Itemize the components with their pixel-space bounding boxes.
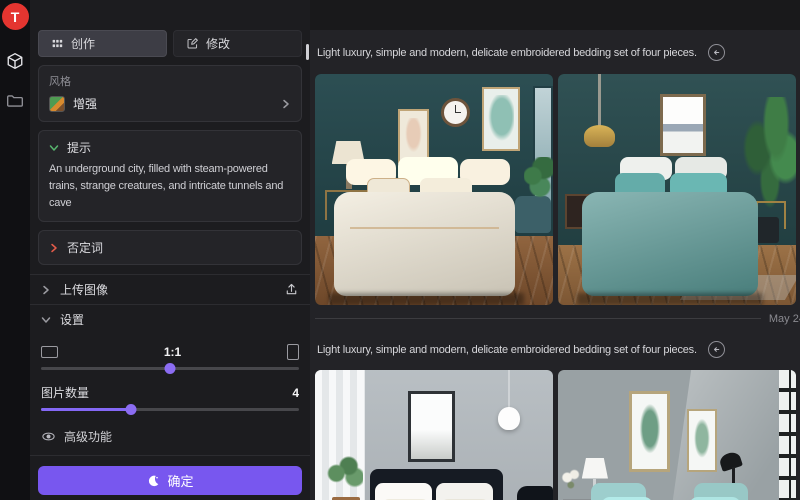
style-value: 增强 <box>73 95 273 112</box>
window <box>779 370 796 500</box>
prompt-card: 提示 An underground city, filled with stea… <box>38 130 302 222</box>
create-grid-icon <box>51 37 64 50</box>
style-label: 风格 <box>39 66 301 91</box>
chevron-right-icon <box>281 99 291 109</box>
aspect-ratio-value: 1:1 <box>164 345 181 359</box>
wall-clock <box>441 98 470 127</box>
wall-art-leaf <box>482 87 520 152</box>
landscape-ratio-icon[interactable] <box>41 346 58 358</box>
edit-icon <box>186 37 199 50</box>
plant <box>524 157 553 199</box>
tab-modify-label: 修改 <box>206 35 230 52</box>
advanced-features-label: 高级功能 <box>64 428 112 445</box>
confirm-button-label: 确定 <box>167 471 193 490</box>
date-divider: May 24, <box>315 305 800 332</box>
post-caption-row: Light luxury, simple and modern, delicat… <box>315 30 796 74</box>
image-count-slider[interactable] <box>41 403 299 415</box>
wall-art-leaf <box>629 391 669 472</box>
panel-scrollbar[interactable] <box>306 44 309 60</box>
upload-image-label: 上传图像 <box>60 281 108 298</box>
pendant-lamp <box>584 125 615 147</box>
settings-body: 1:1 图片数量 4 高级功能 <box>30 334 310 451</box>
chevron-right-icon <box>41 285 51 295</box>
style-thumbnail <box>49 96 65 112</box>
table-lamp <box>582 458 608 479</box>
generated-image[interactable] <box>315 74 553 305</box>
settings-label: 设置 <box>60 311 84 328</box>
mode-tabs: 创作 修改 <box>38 30 302 57</box>
upload-image-row[interactable]: 上传图像 <box>30 275 310 304</box>
image-count-label: 图片数量 <box>41 384 89 401</box>
generated-image[interactable] <box>558 370 796 500</box>
image-grid-row-2 <box>315 370 796 500</box>
wall-art-feather <box>398 109 429 164</box>
pendant-lamp <box>498 407 519 430</box>
date-label: May 24, <box>769 313 800 325</box>
nightstand <box>756 201 787 229</box>
moon-icon <box>146 474 160 488</box>
prompt-header[interactable]: 提示 <box>49 139 291 156</box>
aspect-ratio-row: 1:1 <box>41 344 299 360</box>
portrait-ratio-icon[interactable] <box>287 344 299 360</box>
reuse-prompt-icon[interactable] <box>708 44 725 61</box>
prompt-input[interactable]: An underground city, filled with steam-p… <box>49 161 291 212</box>
style-card: 风格 增强 <box>38 65 302 122</box>
chevron-right-icon <box>49 243 59 253</box>
divider <box>30 455 310 456</box>
flowers <box>560 467 584 497</box>
upload-icon[interactable] <box>284 282 299 297</box>
post-caption: Light luxury, simple and modern, delicat… <box>317 47 697 59</box>
pendant-cord <box>508 370 510 409</box>
generated-image[interactable] <box>558 74 796 305</box>
folder-icon[interactable] <box>6 92 24 110</box>
tab-create[interactable]: 创作 <box>38 30 167 57</box>
wall-art <box>660 94 705 156</box>
style-selector[interactable]: 增强 <box>39 91 301 121</box>
app-logo[interactable]: T <box>2 3 29 30</box>
wall-art-leaf <box>687 409 718 471</box>
post-caption-row: Light luxury, simple and modern, delicat… <box>315 332 796 370</box>
prompt-label: 提示 <box>67 139 91 156</box>
settings-header[interactable]: 设置 <box>30 305 310 334</box>
armchair <box>515 196 551 233</box>
chevron-down-icon <box>41 315 51 325</box>
tab-create-label: 创作 <box>71 35 95 52</box>
plant <box>322 453 362 490</box>
negative-prompt-label: 否定词 <box>67 239 103 256</box>
generation-panel: 创作 修改 风格 增强 提示 An underground city, fill… <box>30 0 310 500</box>
model-cube-icon[interactable] <box>6 52 24 70</box>
negative-prompt-card: 否定词 <box>38 230 302 265</box>
eye-icon <box>41 429 56 444</box>
chevron-down-icon <box>49 143 59 153</box>
image-grid-row-1 <box>315 74 796 305</box>
app-rail: T <box>0 0 30 500</box>
armchair <box>517 486 553 500</box>
duvet <box>582 192 758 296</box>
reuse-prompt-icon[interactable] <box>708 341 725 358</box>
pendant-cord <box>598 74 600 127</box>
wall-art <box>408 391 456 463</box>
image-count-slider-thumb[interactable] <box>126 404 137 415</box>
negative-prompt-header[interactable]: 否定词 <box>49 239 291 256</box>
aspect-ratio-slider[interactable] <box>41 362 299 374</box>
tab-modify[interactable]: 修改 <box>173 30 302 57</box>
duvet <box>334 192 515 296</box>
feed-scroll-area[interactable]: Light luxury, simple and modern, delicat… <box>310 30 800 500</box>
advanced-features-row[interactable]: 高级功能 <box>41 421 299 451</box>
image-count-row: 图片数量 4 <box>41 384 299 401</box>
image-count-value: 4 <box>292 386 299 400</box>
feed-topbar <box>310 0 800 30</box>
post-caption: Light luxury, simple and modern, delicat… <box>317 344 697 356</box>
generated-image[interactable] <box>315 370 553 500</box>
confirm-button[interactable]: 确定 <box>38 466 302 495</box>
results-feed: Light luxury, simple and modern, delicat… <box>310 0 800 500</box>
aspect-ratio-slider-thumb[interactable] <box>165 363 176 374</box>
